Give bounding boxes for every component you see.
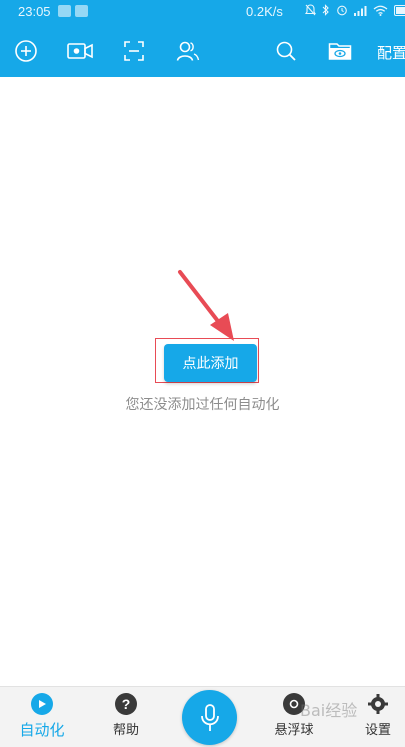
mute-icon — [305, 4, 316, 16]
nav-label: 设置 — [364, 723, 391, 738]
nav-label: 帮助 — [112, 723, 139, 738]
scan-frame-icon[interactable] — [121, 38, 147, 64]
nav-item-help[interactable]: ? 帮助 — [91, 693, 161, 738]
microphone-icon — [200, 703, 219, 731]
config-button[interactable]: 配置 — [377, 42, 405, 63]
notification-icon — [75, 5, 88, 17]
play-circle-icon — [31, 693, 53, 715]
notification-icon — [58, 5, 71, 17]
empty-state-hint: 您还没添加过任何自动化 — [125, 397, 280, 413]
video-camera-icon[interactable] — [67, 38, 93, 64]
nav-item-automation[interactable]: 自动化 — [7, 693, 77, 740]
nav-label: 悬浮球 — [274, 723, 314, 738]
voice-input-button[interactable] — [182, 690, 237, 745]
add-automation-button[interactable]: 点此添加 — [164, 344, 257, 382]
automation-list-area: 点此添加 您还没添加过任何自动化 — [0, 77, 405, 686]
folder-eye-icon[interactable] — [327, 38, 353, 64]
help-circle-icon: ? — [115, 693, 137, 715]
system-status-icons — [305, 4, 405, 16]
search-icon[interactable] — [273, 38, 299, 64]
contacts-icon[interactable] — [175, 38, 201, 64]
signal-icon — [354, 5, 367, 16]
annotation-arrow-icon — [178, 270, 234, 341]
top-toolbar: 配置 — [0, 24, 405, 77]
network-speed: 0.2K/s — [246, 4, 283, 19]
status-time: 23:05 — [18, 4, 51, 19]
notification-icons — [58, 5, 88, 17]
bluetooth-icon — [322, 4, 329, 16]
wifi-icon — [373, 5, 388, 16]
alarm-icon — [337, 5, 347, 16]
status-bar: 23:05 0.2K/s — [0, 0, 405, 24]
phone-screen: 23:05 0.2K/s 配置 点此添加 您还没添加过任何自动化 自动化 ? 帮… — [0, 0, 405, 747]
nav-item-float-ball[interactable]: 悬浮球 — [259, 693, 329, 738]
float-ball-icon — [283, 693, 305, 715]
nav-item-settings[interactable]: 设置 — [343, 693, 405, 738]
nav-label: 自动化 — [19, 721, 65, 739]
add-circle-icon[interactable] — [13, 38, 39, 64]
battery-icon — [394, 4, 405, 16]
gear-icon — [367, 693, 389, 715]
